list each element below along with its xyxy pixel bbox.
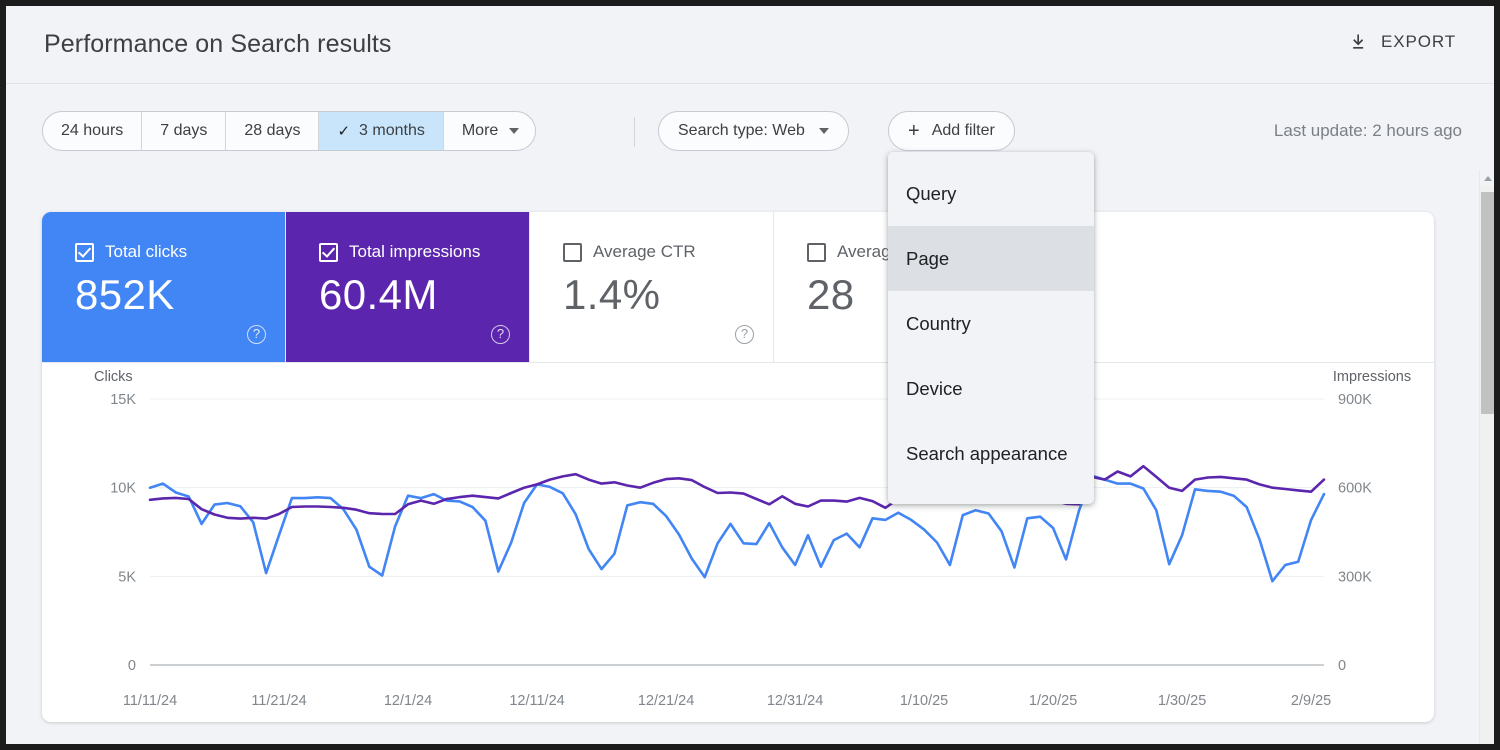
left-tick-label: 10K — [110, 481, 136, 497]
series-line-impressions — [150, 466, 1324, 518]
last-update-text: Last update: 2 hours ago — [1274, 121, 1462, 141]
help-icon[interactable]: ? — [491, 325, 510, 344]
right-tick-label: 300K — [1338, 569, 1372, 585]
search-type-label: Search type: Web — [678, 122, 805, 140]
metric-value: 852K — [75, 271, 285, 319]
menu-item-search-appearance[interactable]: Search appearance — [888, 421, 1094, 486]
metric-header: Total clicks — [75, 242, 285, 262]
right-axis-title: Impressions — [1333, 369, 1411, 385]
menu-item-label: Search appearance — [906, 443, 1067, 465]
menu-item-label: Query — [906, 183, 956, 205]
x-tick-label: 12/1/24 — [384, 693, 432, 709]
checkbox-unchecked-icon[interactable] — [807, 243, 826, 262]
x-tick-label: 12/21/24 — [638, 693, 694, 709]
menu-item-query[interactable]: Query — [888, 161, 1094, 226]
metric-value: 60.4M — [319, 271, 529, 319]
range-3-months-label: 3 months — [359, 122, 425, 140]
range-28-days-label: 28 days — [244, 122, 300, 140]
performance-card: Total clicks 852K ? Total impressions 60… — [42, 212, 1434, 722]
menu-item-label: Device — [906, 378, 963, 400]
metric-card-total-impressions[interactable]: Total impressions 60.4M ? — [286, 212, 530, 362]
x-tick-label: 11/11/24 — [123, 693, 177, 709]
chevron-up-icon[interactable] — [1480, 170, 1494, 186]
app-frame: Performance on Search results EXPORT 24 … — [6, 6, 1494, 744]
range-24-hours[interactable]: 24 hours — [43, 112, 142, 150]
add-filter-menu: Query Page Country Device Search appeara… — [888, 152, 1094, 504]
left-tick-label: 5K — [118, 569, 136, 585]
checkbox-checked-icon[interactable] — [75, 243, 94, 262]
download-icon — [1349, 32, 1369, 52]
scrollbar-thumb[interactable] — [1481, 192, 1494, 414]
metric-label: Total impressions — [349, 242, 480, 262]
chart-canvas: Clicks Impressions 15K 900K 10K 600K 5K 300K 0 0 1… — [42, 363, 1434, 722]
checkbox-checked-icon[interactable] — [319, 243, 338, 262]
range-more-label: More — [462, 122, 498, 140]
toolbar: 24 hours 7 days 28 days ✓ 3 months More … — [6, 84, 1494, 156]
menu-item-device[interactable]: Device — [888, 356, 1094, 421]
x-tick-label: 1/20/25 — [1029, 693, 1077, 709]
metric-card-total-clicks[interactable]: Total clicks 852K ? — [42, 212, 286, 362]
add-filter-button[interactable]: + Add filter — [888, 111, 1015, 151]
menu-item-page[interactable]: Page — [888, 226, 1094, 291]
metrics-row: Total clicks 852K ? Total impressions 60… — [42, 212, 1434, 363]
export-button[interactable]: EXPORT — [1341, 26, 1464, 58]
metric-label: Total clicks — [105, 242, 187, 262]
chevron-down-icon — [819, 128, 829, 134]
vertical-scrollbar[interactable] — [1479, 170, 1494, 744]
metric-header: Total impressions — [319, 242, 529, 262]
menu-item-country[interactable]: Country — [888, 291, 1094, 356]
right-tick-label: 900K — [1338, 392, 1372, 408]
metric-label: Average CTR — [593, 242, 696, 262]
range-24-hours-label: 24 hours — [61, 122, 123, 140]
menu-item-label: Country — [906, 313, 971, 335]
x-tick-label: 12/11/24 — [509, 693, 564, 709]
help-icon[interactable]: ? — [735, 325, 754, 344]
series-line-clicks — [150, 476, 1324, 582]
metric-card-average-ctr[interactable]: Average CTR 1.4% ? — [530, 212, 774, 362]
x-tick-label: 12/31/24 — [767, 693, 823, 709]
search-type-button[interactable]: Search type: Web — [658, 111, 849, 151]
chevron-down-icon — [509, 128, 519, 134]
add-filter-label: Add filter — [932, 122, 995, 140]
page-header: Performance on Search results EXPORT — [6, 6, 1494, 84]
metric-value: 1.4% — [563, 271, 773, 319]
menu-item-label: Page — [906, 248, 949, 270]
page-title: Performance on Search results — [44, 30, 392, 59]
plus-icon: + — [908, 121, 920, 141]
right-tick-label: 600K — [1338, 481, 1372, 497]
range-7-days[interactable]: 7 days — [142, 112, 226, 150]
range-more[interactable]: More — [444, 112, 535, 150]
left-tick-label: 0 — [128, 658, 136, 674]
toolbar-divider — [634, 117, 635, 147]
x-tick-label: 2/9/25 — [1291, 693, 1331, 709]
range-3-months[interactable]: ✓ 3 months — [319, 112, 443, 150]
metric-header: Average CTR — [563, 242, 773, 262]
x-tick-label: 1/30/25 — [1158, 693, 1206, 709]
date-range-group: 24 hours 7 days 28 days ✓ 3 months More — [42, 111, 536, 151]
x-tick-label: 11/21/24 — [251, 693, 306, 709]
x-tick-label: 1/10/25 — [900, 693, 948, 709]
left-tick-label: 15K — [110, 392, 136, 408]
left-axis-title: Clicks — [94, 369, 133, 385]
help-icon[interactable]: ? — [247, 325, 266, 344]
check-icon: ✓ — [337, 124, 350, 139]
right-tick-label: 0 — [1338, 658, 1346, 674]
export-label: EXPORT — [1381, 32, 1456, 52]
range-7-days-label: 7 days — [160, 122, 207, 140]
checkbox-unchecked-icon[interactable] — [563, 243, 582, 262]
performance-chart[interactable]: Clicks Impressions 15K 900K 10K 600K 5K 300K 0 0 1… — [42, 363, 1434, 722]
range-28-days[interactable]: 28 days — [226, 112, 319, 150]
